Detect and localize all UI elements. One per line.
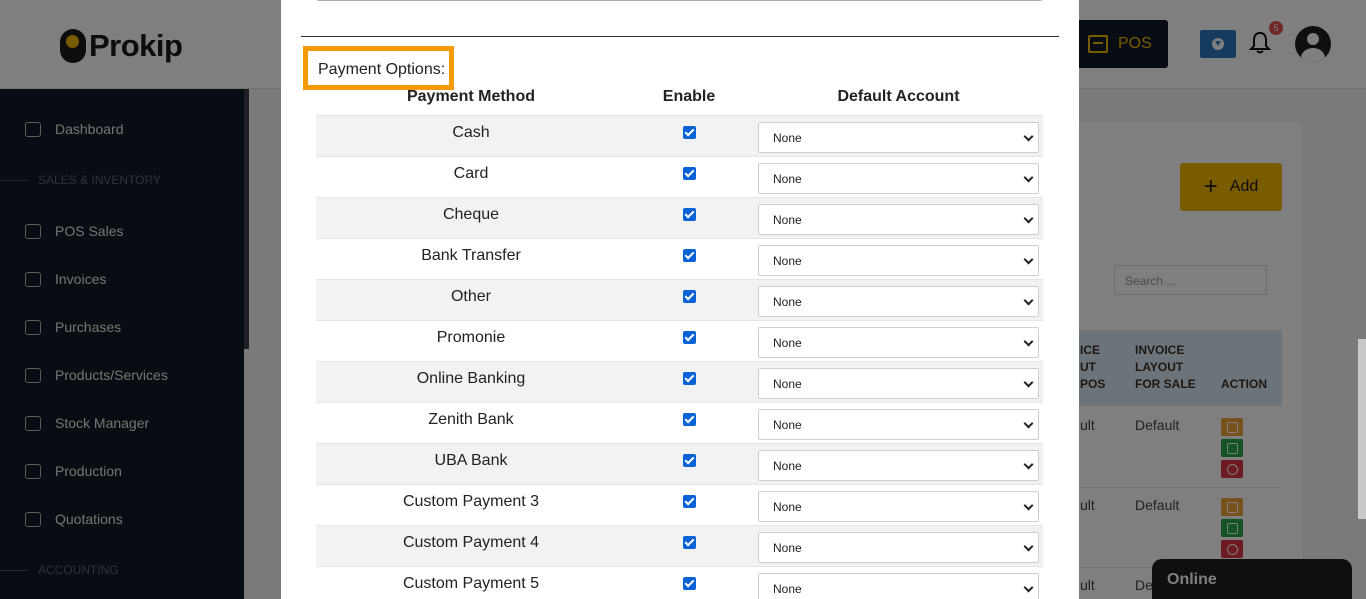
payment-row: Custom Payment 4 None [316, 525, 1043, 566]
payment-row: Custom Payment 5 None [316, 566, 1043, 599]
payment-method-name: Card [453, 165, 489, 182]
chevron-down-icon [1023, 336, 1034, 347]
enable-checkbox[interactable] [683, 331, 696, 344]
chevron-down-icon [1023, 500, 1034, 511]
default-account-select[interactable]: None [758, 245, 1039, 276]
payment-row: Online Banking None [316, 361, 1043, 402]
chevron-down-icon [1023, 213, 1034, 224]
enable-checkbox[interactable] [683, 249, 696, 262]
select-value: None [773, 131, 802, 145]
select-value: None [773, 500, 802, 514]
chevron-down-icon [1023, 131, 1034, 142]
payment-row: UBA Bank None [316, 443, 1043, 484]
payment-method-name: Custom Payment 5 [402, 575, 540, 592]
page-scrollbar[interactable] [1358, 339, 1366, 519]
payment-method-name: Custom Payment 3 [402, 493, 540, 510]
default-account-select[interactable]: None [758, 532, 1039, 563]
enable-checkbox[interactable] [683, 577, 696, 590]
column-header-default-account: Default Account [837, 88, 960, 105]
chevron-down-icon [1023, 418, 1034, 429]
payment-method-name: UBA Bank [434, 452, 508, 469]
default-account-select[interactable]: None [758, 286, 1039, 317]
default-account-select[interactable]: None [758, 122, 1039, 153]
payment-method-name: Bank Transfer [421, 247, 521, 264]
default-account-select[interactable]: None [758, 491, 1039, 522]
payment-row: Promonie None [316, 320, 1043, 361]
default-account-select[interactable]: None [758, 450, 1039, 481]
enable-checkbox[interactable] [683, 290, 696, 303]
chevron-down-icon [1023, 254, 1034, 265]
select-value: None [773, 418, 802, 432]
enable-checkbox[interactable] [683, 372, 696, 385]
payment-method-name: Cheque [442, 206, 500, 223]
enable-checkbox[interactable] [683, 126, 696, 139]
chevron-down-icon [1023, 541, 1034, 552]
enable-checkbox[interactable] [683, 413, 696, 426]
payment-method-name: Cash [452, 124, 490, 141]
payment-row: Other None [316, 279, 1043, 320]
select-value: None [773, 213, 802, 227]
enable-checkbox[interactable] [683, 454, 696, 467]
payment-method-name: Online Banking [416, 370, 526, 387]
select-value: None [773, 582, 802, 596]
payment-options-modal: Payment Options: Payment Method Enable D… [281, 0, 1079, 599]
select-value: None [773, 541, 802, 555]
previous-field[interactable] [316, 0, 1043, 1]
select-value: None [773, 172, 802, 186]
enable-checkbox[interactable] [683, 536, 696, 549]
chevron-down-icon [1023, 459, 1034, 470]
enable-checkbox[interactable] [683, 167, 696, 180]
select-value: None [773, 336, 802, 350]
payment-row: Custom Payment 3 None [316, 484, 1043, 525]
default-account-select[interactable]: None [758, 409, 1039, 440]
select-value: None [773, 377, 802, 391]
chevron-down-icon [1023, 172, 1034, 183]
payment-method-name: Other [450, 288, 491, 305]
chevron-down-icon [1023, 377, 1034, 388]
enable-checkbox[interactable] [683, 208, 696, 221]
select-value: None [773, 295, 802, 309]
column-header-enable: Enable [662, 88, 716, 105]
section-title: Payment Options: [303, 46, 454, 90]
select-value: None [773, 459, 802, 473]
default-account-select[interactable]: None [758, 573, 1039, 599]
payment-row: Bank Transfer None [316, 238, 1043, 279]
chevron-down-icon [1023, 582, 1034, 593]
select-value: None [773, 254, 802, 268]
column-header-payment-method: Payment Method [406, 88, 535, 105]
payment-row: Cheque None [316, 197, 1043, 238]
section-divider [301, 36, 1059, 37]
default-account-select[interactable]: None [758, 163, 1039, 194]
default-account-select[interactable]: None [758, 204, 1039, 235]
payment-method-name: Promonie [436, 329, 506, 346]
payment-row: Zenith Bank None [316, 402, 1043, 443]
chevron-down-icon [1023, 295, 1034, 306]
payment-row: Card None [316, 156, 1043, 197]
default-account-select[interactable]: None [758, 368, 1039, 399]
payment-method-name: Zenith Bank [428, 411, 514, 428]
default-account-select[interactable]: None [758, 327, 1039, 358]
payment-row: Cash None [316, 115, 1043, 156]
enable-checkbox[interactable] [683, 495, 696, 508]
payment-method-name: Custom Payment 4 [402, 534, 540, 551]
